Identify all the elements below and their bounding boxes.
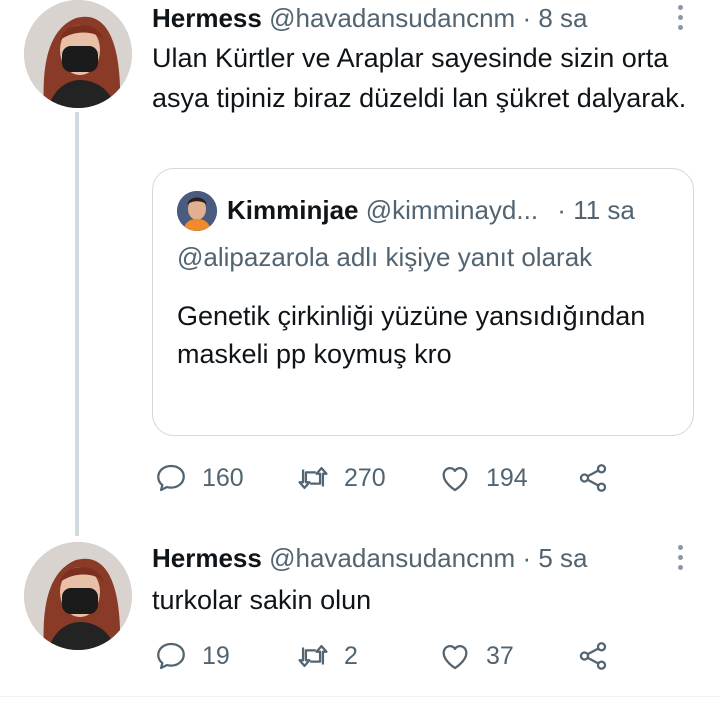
reply-icon xyxy=(157,464,185,492)
timestamp[interactable]: 8 sa xyxy=(538,3,587,33)
divider xyxy=(0,696,720,697)
quoted-tweet-text: Genetik çirkinliği yüzüne yansıdığından … xyxy=(177,301,646,369)
display-name[interactable]: Hermess xyxy=(152,543,262,573)
separator-dot: · xyxy=(522,3,532,33)
avatar[interactable] xyxy=(24,542,132,650)
like-count: 194 xyxy=(486,463,528,492)
tweet[interactable]: Hermess @havadansudancnm · 5 sa turkolar… xyxy=(0,540,720,696)
retweet-count: 2 xyxy=(344,641,358,670)
quoted-separator-dot: · xyxy=(557,195,566,225)
retweet-icon xyxy=(298,466,328,490)
reply-count: 19 xyxy=(202,641,230,670)
avatar-image xyxy=(24,0,132,108)
reply-icon xyxy=(157,642,185,670)
tweet-header: Hermess @havadansudancnm · 8 sa xyxy=(152,2,588,34)
timestamp[interactable]: 5 sa xyxy=(538,543,587,573)
user-handle[interactable]: @havadansudancnm xyxy=(269,3,515,33)
tweet-header: Hermess @havadansudancnm · 5 sa xyxy=(152,542,588,574)
quoted-header: Kimminjae @kimminayd... · 11 sa xyxy=(227,193,635,227)
quoted-avatar-image xyxy=(177,191,217,231)
like-count: 37 xyxy=(486,641,514,670)
quoted-avatar xyxy=(177,191,217,231)
user-handle[interactable]: @havadansudancnm xyxy=(269,543,515,573)
tweet-actions: 160 270 194 xyxy=(152,458,692,498)
quoted-reply-context[interactable]: @alipazarola adlı kişiye yanıt olarak xyxy=(177,239,592,275)
separator-dot: · xyxy=(522,543,532,573)
like-icon xyxy=(442,466,468,492)
display-name[interactable]: Hermess xyxy=(152,3,262,33)
like-button[interactable]: 37 xyxy=(438,636,514,676)
share-icon xyxy=(579,642,607,670)
quoted-user-handle[interactable]: @kimminayd... xyxy=(366,195,538,225)
tweet-text: turkolar sakin olun xyxy=(152,585,372,615)
quoted-timestamp: 11 sa xyxy=(573,195,635,225)
retweet-icon xyxy=(298,644,328,668)
reply-button[interactable]: 19 xyxy=(154,636,230,676)
tweet-text: Ulan Kürtler ve Araplar sayesinde sizin … xyxy=(152,43,687,113)
share-button[interactable] xyxy=(576,636,624,676)
like-button[interactable]: 194 xyxy=(438,458,528,498)
tweet[interactable]: Hermess @havadansudancnm · 8 sa Ulan Kür… xyxy=(0,0,720,520)
more-icon[interactable] xyxy=(672,5,688,35)
reply-button[interactable]: 160 xyxy=(154,458,244,498)
retweet-button[interactable]: 2 xyxy=(296,636,358,676)
more-icon[interactable] xyxy=(672,545,688,575)
avatar[interactable] xyxy=(24,0,132,108)
like-icon xyxy=(442,644,468,670)
quoted-display-name[interactable]: Kimminjae xyxy=(227,195,359,225)
tweet-actions: 19 2 37 xyxy=(152,636,692,676)
retweet-button[interactable]: 270 xyxy=(296,458,386,498)
share-icon xyxy=(579,464,607,492)
avatar-image xyxy=(24,542,132,650)
quoted-tweet[interactable]: Kimminjae @kimminayd... · 11 sa @alipaza… xyxy=(152,168,694,436)
reply-count: 160 xyxy=(202,463,244,492)
share-button[interactable] xyxy=(576,458,624,498)
retweet-count: 270 xyxy=(344,463,386,492)
